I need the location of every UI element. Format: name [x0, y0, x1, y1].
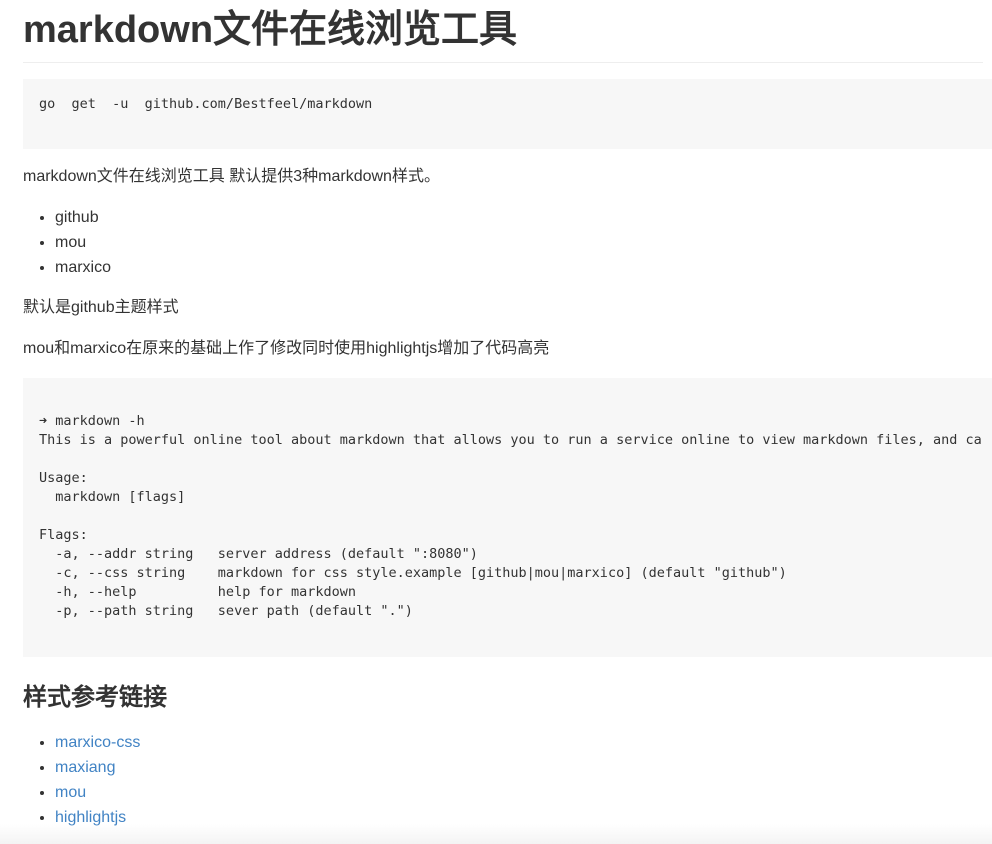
ref-list-item: maxiang: [55, 755, 992, 780]
bottom-edge-shadow: [0, 824, 992, 844]
link-mou[interactable]: mou: [55, 784, 86, 801]
intro-paragraph: markdown文件在线浏览工具 默认提供3种markdown样式。: [23, 168, 440, 185]
install-code-block: go get -u github.com/Bestfeel/markdown: [23, 79, 992, 149]
style-list-item-github: github: [55, 205, 992, 230]
refs-heading: 样式参考链接: [23, 684, 167, 711]
ref-list-item: marxico-css: [55, 730, 992, 755]
ref-list-item: mou: [55, 780, 992, 805]
style-list: github mou marxico: [23, 205, 992, 280]
modify-note-paragraph: mou和marxico在原来的基础上作了修改同时使用highlightjs增加了…: [23, 340, 550, 357]
markdown-page: markdown文件在线浏览工具 go get -u github.com/Be…: [23, 0, 992, 830]
page-title: markdown文件在线浏览工具: [23, 0, 983, 63]
style-list-item-marxico: marxico: [55, 255, 992, 280]
link-marxico-css[interactable]: marxico-css: [55, 734, 140, 751]
ref-link-list: marxico-css maxiang mou highlightjs: [23, 730, 992, 830]
style-list-item-mou: mou: [55, 230, 992, 255]
help-output-code-block: ➜ markdown -h This is a powerful online …: [23, 378, 992, 657]
default-theme-paragraph: 默认是github主题样式: [23, 299, 179, 316]
link-maxiang[interactable]: maxiang: [55, 759, 115, 776]
